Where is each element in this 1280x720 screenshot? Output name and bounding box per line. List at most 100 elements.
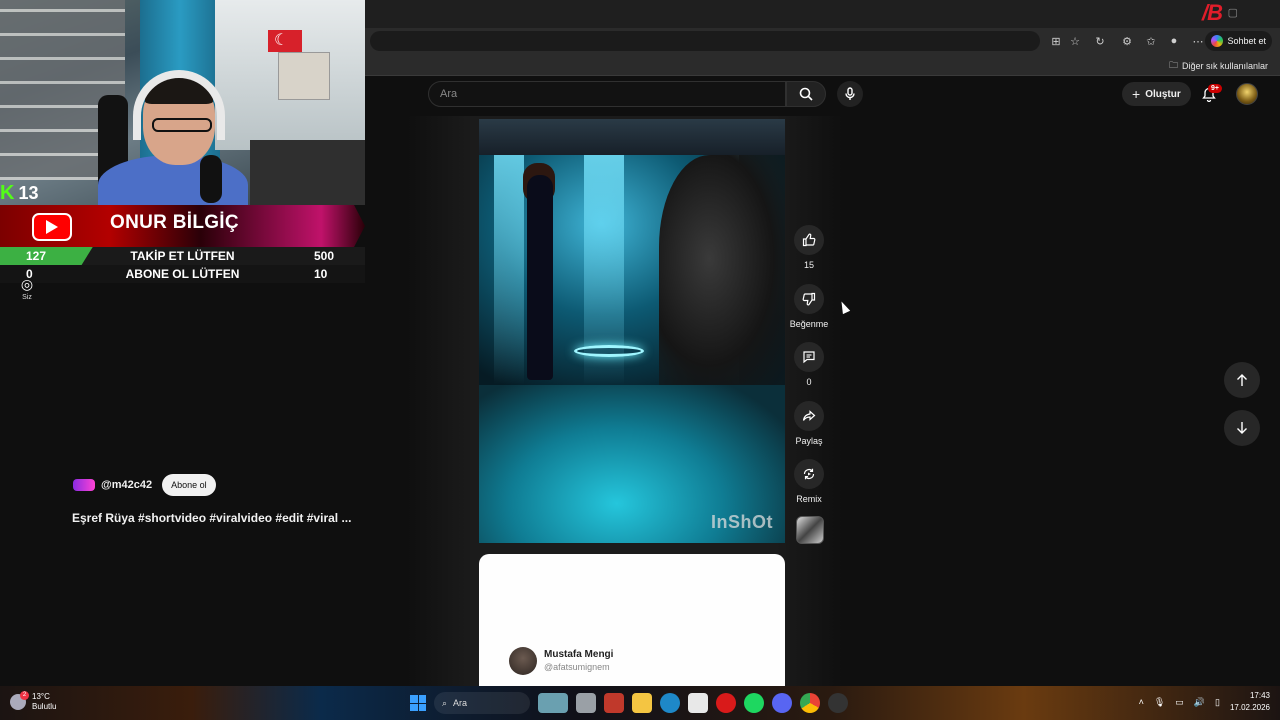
notification-badge: 9+ [1208,84,1222,93]
dislike-action: Beğenme [786,284,832,329]
next-short-handle: @afatsumignem [544,662,610,672]
dislike-button[interactable] [794,284,824,314]
screen: /B ▢ ⊞ ☆ ↻ ⚙ ✩ ● ⋯ Sohbet et 🗀 Diğer sık… [0,0,1280,720]
follow-goal-bar: 127 TAKİP ET LÜTFEN 500 [0,247,365,265]
taskbar-search-label: Ara [453,698,468,708]
like-button[interactable] [794,225,824,255]
copilot-icon [1211,35,1224,47]
store-icon[interactable] [688,693,708,713]
chat-button-label: Sohbet et [1227,36,1266,46]
video-stage-scene [479,155,785,385]
video-watermark: InShOt [711,512,773,532]
sound-thumbnail[interactable] [796,516,824,544]
opera-icon[interactable] [716,693,736,713]
subscribe-goal-target: 10 [314,267,328,281]
kick-count: 13 [18,183,39,203]
next-short-name: Mustafa Mengi [544,649,614,660]
share-action: Paylaş [786,401,832,446]
video-title[interactable]: Eşref Rüya #shortvideo #viralvideo #edit… [72,511,351,525]
maximize-icon[interactable]: ▢ [1228,6,1238,19]
taskbar-clock[interactable]: 17:43 17.02.2026 [1230,690,1270,714]
microphone-tray-icon[interactable]: 🎙 [1154,697,1165,708]
weather-alert-badge: 2 [20,691,29,700]
chevron-up-icon[interactable]: ˄ [1139,697,1144,707]
comment-count: 0 [806,377,812,387]
clock-time: 17:43 [1249,691,1270,700]
channel-row: @m42c42 Abone ol [73,474,216,496]
microphone-icon [845,87,855,100]
windows-start-icon[interactable] [410,695,426,711]
voice-search-button[interactable] [837,81,863,107]
video-top-band [479,119,785,155]
channel-handle[interactable]: @m42c42 [101,479,152,491]
next-short-button[interactable] [1224,410,1260,446]
youtube-header: Ara + Oluştur 9+ [365,76,1280,116]
plus-icon: + [1132,86,1141,102]
more-menu-icon[interactable]: ⋯ [1190,33,1206,49]
kick-logo-icon: K [0,182,15,204]
network-icon[interactable]: ▭ [1175,697,1184,708]
search-input[interactable]: Ara [428,81,786,107]
bookmark-folder-label: Diğer sık kullanılanlar [1181,61,1268,71]
file-explorer-icon[interactable] [632,693,652,713]
widgets-icon[interactable] [538,693,568,713]
create-button[interactable]: + Oluştur [1122,82,1191,106]
turkish-flag [268,30,302,52]
extensions-icon[interactable]: ⚙ [1119,33,1135,49]
thumbs-up-icon [802,233,816,247]
webcam-poster [278,52,330,100]
subscribe-button[interactable]: Abone ol [162,474,216,496]
obs-icon[interactable] [828,693,848,713]
channel-avatar[interactable] [73,479,95,491]
like-count: 15 [803,260,814,270]
kick-viewer-badge: K 13 [0,182,38,205]
taskbar-search[interactable]: ⌕ Ara [434,692,530,714]
copilot-chat-button[interactable]: Sohbet et [1205,31,1272,51]
follow-goal-target: 500 [314,249,335,263]
subscribe-goal-bar: 0 ABONE OL LÜTFEN 10 [0,265,365,283]
stage-light-ring [574,345,644,357]
streamer-name: ONUR BİLGİÇ [110,212,239,233]
spotify-icon[interactable] [744,693,764,713]
discord-icon[interactable] [772,693,792,713]
previous-short-button[interactable] [1224,362,1260,398]
share-button[interactable] [794,401,824,431]
favorites-icon[interactable]: ✩ [1143,33,1159,49]
streamer-logo: /B [1202,0,1223,25]
favorite-star-icon[interactable]: ☆ [1067,33,1083,49]
bookmark-folder[interactable]: 🗀 Diğer sık kullanılanlar [1169,58,1268,74]
volume-icon[interactable]: 🔊 [1194,697,1205,708]
app-available-icon[interactable]: ⊞ [1048,33,1064,49]
app-icon[interactable] [604,693,624,713]
weather-widget[interactable]: 2 13°C Bulutlu [10,691,56,712]
thumbs-down-icon [802,292,816,306]
refresh-icon[interactable]: ↻ [1092,33,1108,49]
share-label: Paylaş [795,436,823,446]
search-icon: ⌕ [442,697,448,708]
profile-icon[interactable]: ● [1166,33,1182,49]
dislike-label: Beğenme [789,319,829,329]
follow-goal-label: TAKİP ET LÜTFEN [130,249,235,263]
subscribe-goal-label: ABONE OL LÜTFEN [125,267,240,281]
youtube-logo-icon [32,213,72,241]
remix-button[interactable] [794,459,824,489]
edge-icon[interactable] [660,693,680,713]
guitarist-figure [659,155,785,385]
url-field[interactable] [370,31,1040,51]
remix-icon [803,468,815,480]
singer-figure [527,175,553,380]
spotlight-beam [494,155,524,385]
next-short-avatar [509,647,537,675]
comment-button[interactable] [794,342,824,372]
sidebar-item-you-label: Siz [22,294,32,301]
task-view-icon[interactable] [576,693,596,713]
create-button-label: Oluştur [1145,88,1181,100]
account-avatar[interactable] [1236,83,1258,105]
chrome-icon[interactable] [800,693,820,713]
sidebar-item-you[interactable]: ◎ Siz [16,276,38,301]
next-short-preview[interactable]: Mustafa Mengi @afatsumignem [479,554,785,686]
search-button[interactable] [786,81,826,107]
like-action: 15 [786,225,832,270]
battery-icon[interactable]: ▯ [1215,697,1220,708]
shorts-video-player[interactable]: InShOt [479,119,785,543]
